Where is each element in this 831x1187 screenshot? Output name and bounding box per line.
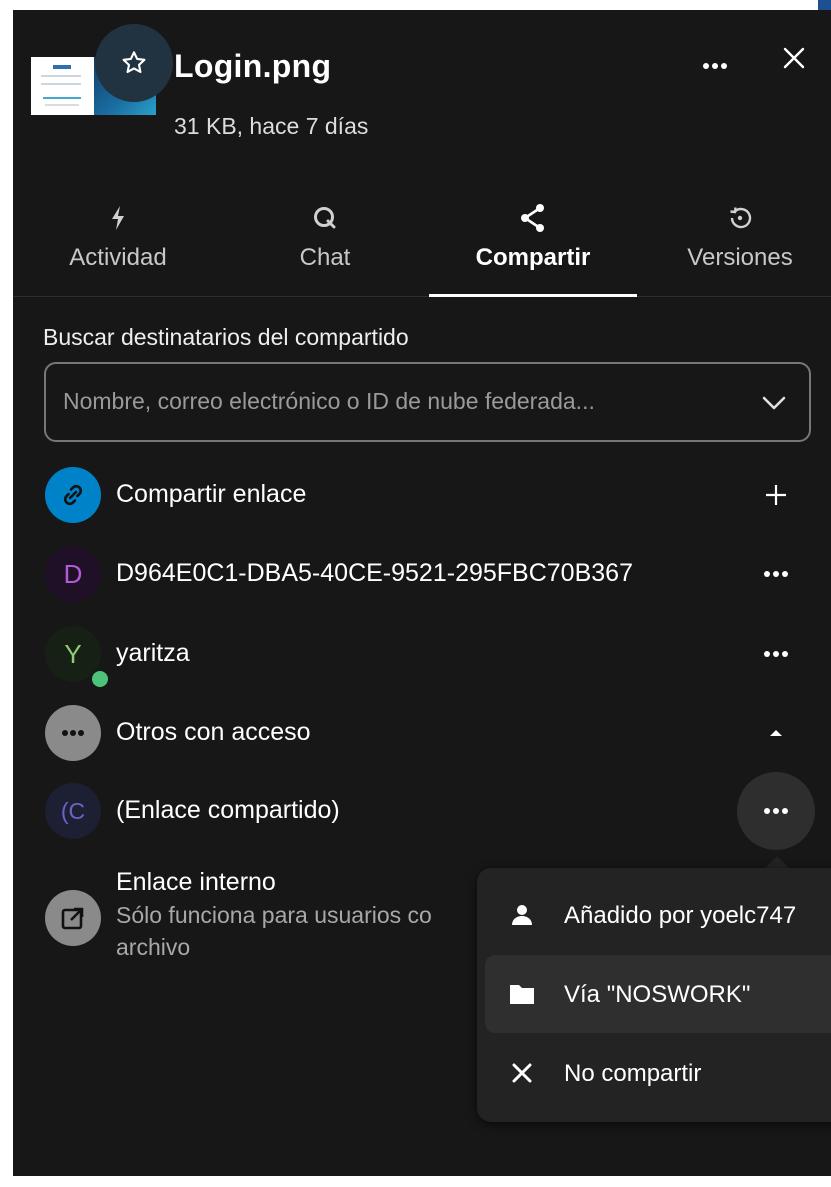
- inherited-share-row[interactable]: (C (Enlace compartido): [13, 776, 831, 846]
- share-entry-more-button[interactable]: [758, 556, 794, 592]
- close-icon: [783, 47, 805, 69]
- menu-item-label: No compartir: [564, 1060, 702, 1087]
- tab-activity[interactable]: Actividad: [43, 190, 193, 296]
- share-entry-row[interactable]: D D964E0C1-DBA5-40CE-9521-295FBC70B367: [13, 539, 831, 609]
- plus-icon: [766, 485, 786, 505]
- internal-link-avatar: [45, 890, 101, 946]
- close-sidebar-button[interactable]: [778, 42, 810, 74]
- activity-bolt-icon: [112, 206, 124, 230]
- window-edge-accent: [818, 0, 831, 10]
- internal-link-desc: Sólo funciona para usuarios co: [116, 902, 432, 928]
- avatar: D: [45, 546, 101, 602]
- share-entry-row[interactable]: Y yaritza: [13, 619, 831, 689]
- chat-icon: [314, 207, 336, 229]
- share-recipient-search[interactable]: Nombre, correo electrónico o ID de nube …: [44, 362, 811, 442]
- external-link-icon: [61, 907, 84, 930]
- avatar-initial: Y: [64, 638, 82, 669]
- window-bottom-edge: [0, 1176, 831, 1187]
- add-share-link-button[interactable]: [758, 477, 794, 513]
- more-icon: [703, 63, 727, 69]
- menu-item-label: Añadido por yoelc747: [564, 902, 797, 929]
- share-actions-menu: Añadido por yoelc747 Vía "NOSWORK" No co…: [477, 868, 831, 1122]
- inherited-share-label: (Enlace compartido): [116, 796, 340, 824]
- tab-versions[interactable]: Versiones: [665, 190, 815, 296]
- share-link-avatar: [45, 467, 101, 523]
- tab-label: Versiones: [687, 244, 793, 271]
- tab-share[interactable]: Compartir: [429, 190, 637, 297]
- menu-item-added-by[interactable]: Añadido por yoelc747: [485, 876, 831, 954]
- active-tab-underline: [429, 294, 637, 297]
- menu-item-via-folder[interactable]: Vía "NOSWORK": [485, 955, 831, 1033]
- share-entry-label: yaritza: [116, 639, 190, 667]
- tab-chat[interactable]: Chat: [250, 190, 400, 296]
- search-label: Buscar destinatarios del compartido: [43, 324, 409, 350]
- sharing-sidebar: Login.png 31 KB, hace 7 días Actividad C…: [13, 10, 831, 1187]
- share-icon: [521, 204, 544, 232]
- star-icon: [122, 51, 146, 74]
- others-avatar: [45, 705, 101, 761]
- tab-label: Compartir: [475, 244, 591, 271]
- caret-up-icon: [770, 730, 782, 736]
- others-with-access-row[interactable]: Otros con acceso: [13, 698, 831, 768]
- favorite-star-button[interactable]: [95, 24, 173, 102]
- link-icon: [63, 484, 83, 506]
- more-icon: [764, 808, 788, 814]
- share-link-row[interactable]: Compartir enlace: [13, 460, 831, 530]
- internal-link-title: Enlace interno: [116, 868, 276, 896]
- file-name: Login.png: [174, 48, 332, 84]
- others-with-access-label: Otros con acceso: [116, 718, 311, 746]
- share-entry-more-button[interactable]: [758, 636, 794, 672]
- share-entry-label: D964E0C1-DBA5-40CE-9521-295FBC70B367: [116, 559, 633, 587]
- internal-link-desc-cont: archivo: [116, 934, 191, 960]
- more-icon: [764, 571, 788, 577]
- header-more-button[interactable]: [701, 53, 729, 79]
- tab-label: Chat: [299, 244, 351, 271]
- chevron-down-icon: [762, 396, 786, 410]
- more-icon: [764, 651, 788, 657]
- tab-label: Actividad: [69, 244, 167, 271]
- folder-icon: [510, 985, 534, 1004]
- avatar: (C: [45, 783, 101, 839]
- search-input[interactable]: Nombre, correo electrónico o ID de nube …: [63, 388, 595, 415]
- close-icon: [512, 1063, 532, 1083]
- history-icon: [730, 207, 752, 229]
- dropdown-toggle[interactable]: [759, 388, 789, 418]
- menu-item-label: Vía "NOSWORK": [564, 981, 751, 1008]
- tab-bar: Actividad Chat Compartir Versiones: [13, 190, 831, 297]
- file-meta: 31 KB, hace 7 días: [174, 113, 369, 139]
- collapse-others-button[interactable]: [758, 715, 794, 751]
- inherited-share-more-button[interactable]: [737, 772, 815, 850]
- online-status-dot: [90, 669, 110, 689]
- more-icon: [62, 730, 84, 736]
- user-icon: [512, 905, 532, 925]
- share-link-label: Compartir enlace: [116, 480, 307, 508]
- menu-item-unshare[interactable]: No compartir: [485, 1034, 831, 1112]
